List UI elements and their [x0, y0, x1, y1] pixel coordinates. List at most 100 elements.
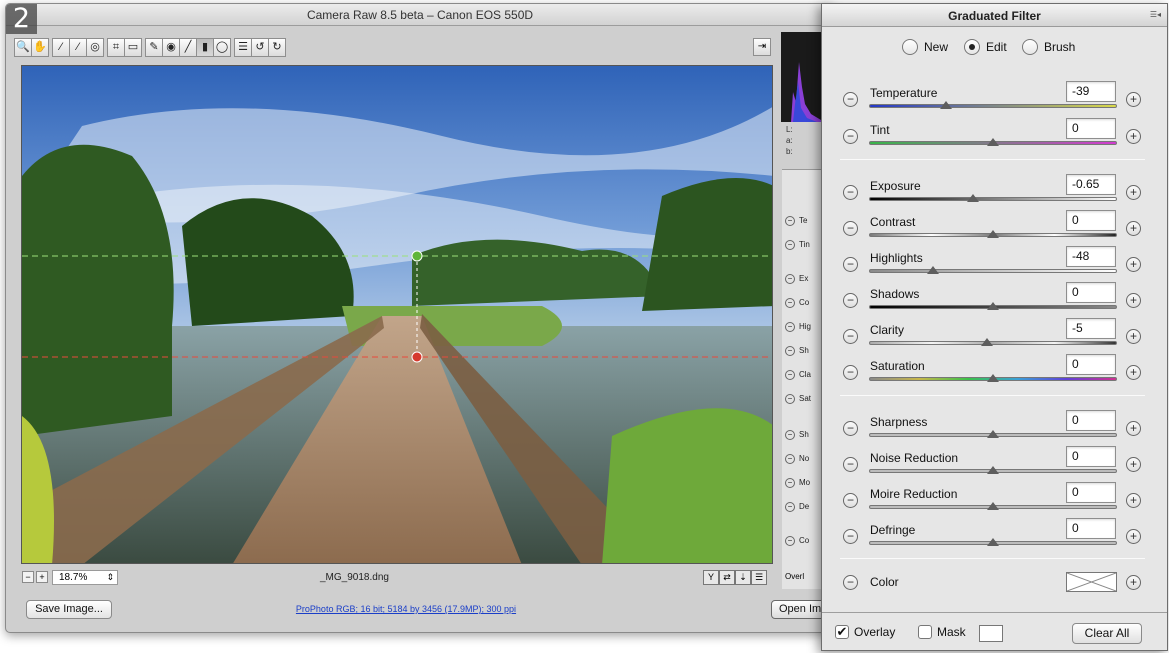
- section-divider: [840, 159, 1145, 160]
- exposure-value-field[interactable]: -0.65: [1066, 174, 1116, 195]
- color-swatch[interactable]: [1066, 572, 1117, 592]
- copy-settings-icon[interactable]: ⇣: [735, 570, 751, 585]
- saturation-minus-button[interactable]: −: [843, 365, 858, 380]
- mode-new-radio[interactable]: New: [902, 39, 948, 55]
- contrast-minus-button[interactable]: −: [843, 221, 858, 236]
- sharpness-value-field[interactable]: 0: [1066, 410, 1116, 431]
- highlights-slider-thumb[interactable]: [927, 266, 940, 274]
- overlay-checkbox[interactable]: ✔ Overlay: [835, 625, 895, 639]
- contrast-plus-button[interactable]: +: [1126, 221, 1141, 236]
- color-plus-button[interactable]: +: [1126, 575, 1141, 590]
- exposure-minus-button[interactable]: −: [843, 185, 858, 200]
- temperature-minus-button[interactable]: −: [843, 92, 858, 107]
- clarity-plus-button[interactable]: +: [1126, 329, 1141, 344]
- zoom-icon[interactable]: 🔍: [14, 38, 32, 57]
- color-sampler-icon[interactable]: ⁄: [69, 38, 87, 57]
- tint-plus-button[interactable]: +: [1126, 129, 1141, 144]
- clarity-value-field[interactable]: -5: [1066, 318, 1116, 339]
- toggle-settings-icon[interactable]: ☰: [751, 570, 767, 585]
- toggle-fullscreen-button[interactable]: ⇥: [753, 38, 771, 56]
- temperature-slider-thumb[interactable]: [939, 101, 952, 109]
- exposure-plus-button[interactable]: +: [1126, 185, 1141, 200]
- shadows-value-field[interactable]: 0: [1066, 282, 1116, 303]
- defringe-slider-thumb[interactable]: [987, 538, 999, 546]
- defringe-minus-button[interactable]: −: [843, 529, 858, 544]
- moire-reduction-plus-button[interactable]: +: [1126, 493, 1141, 508]
- filter-end-pin[interactable]: [411, 351, 423, 363]
- noise-reduction-plus-button[interactable]: +: [1126, 457, 1141, 472]
- zoom-in-button[interactable]: +: [36, 571, 48, 583]
- moire-reduction-minus-button[interactable]: −: [843, 493, 858, 508]
- contrast-value-field[interactable]: 0: [1066, 210, 1116, 231]
- highlights-value-field[interactable]: -48: [1066, 246, 1116, 267]
- defringe-value-field[interactable]: 0: [1066, 518, 1116, 539]
- graduated-filter-icon[interactable]: ▮: [196, 38, 214, 57]
- noise-reduction-slider-thumb[interactable]: [987, 466, 999, 474]
- tint-slider-thumb[interactable]: [987, 138, 999, 146]
- sharpness-slider-thumb[interactable]: [987, 430, 999, 438]
- filter-start-pin[interactable]: [411, 250, 423, 262]
- mode-brush-radio[interactable]: Brush: [1022, 39, 1075, 55]
- red-eye-icon[interactable]: ◉: [162, 38, 180, 57]
- saturation-plus-button[interactable]: +: [1126, 365, 1141, 380]
- before-after-view-icon[interactable]: Y: [703, 570, 719, 585]
- zoom-out-button[interactable]: −: [22, 571, 34, 583]
- moire-reduction-value-field[interactable]: 0: [1066, 482, 1116, 503]
- clarity-slider-track[interactable]: [869, 341, 1117, 345]
- noise-reduction-value-field[interactable]: 0: [1066, 446, 1116, 467]
- preferences-icon[interactable]: ☰: [234, 38, 252, 57]
- panel-menu-icon[interactable]: ☰◂: [1150, 10, 1161, 19]
- sharpness-plus-button[interactable]: +: [1126, 421, 1141, 436]
- behind-adjustment-row: − De: [785, 502, 809, 512]
- targeted-adjustment-icon[interactable]: ◎: [86, 38, 104, 57]
- radial-filter-icon[interactable]: ◯: [213, 38, 231, 57]
- straighten-icon[interactable]: ▭: [124, 38, 142, 57]
- clear-all-button[interactable]: Clear All: [1072, 623, 1142, 644]
- hand-icon[interactable]: ✋: [31, 38, 49, 57]
- shadows-plus-button[interactable]: +: [1126, 293, 1141, 308]
- noise-reduction-minus-button[interactable]: −: [843, 457, 858, 472]
- no-color-icon: [1066, 572, 1117, 592]
- rotate-right-icon[interactable]: ↻: [268, 38, 286, 57]
- swap-settings-icon[interactable]: ⇄: [719, 570, 735, 585]
- temperature-plus-button[interactable]: +: [1126, 92, 1141, 107]
- photo-canvas[interactable]: [22, 66, 773, 564]
- highlights-minus-button[interactable]: −: [843, 257, 858, 272]
- white-balance-icon[interactable]: ⁄: [52, 38, 70, 57]
- clarity-slider-thumb[interactable]: [980, 338, 993, 346]
- mode-selector: New Edit Brush: [822, 39, 1167, 59]
- panel-title: Graduated Filter: [948, 9, 1041, 23]
- exposure-slider-thumb[interactable]: [967, 194, 980, 202]
- mask-checkbox[interactable]: Mask: [918, 625, 966, 639]
- window-titlebar[interactable]: Camera Raw 8.5 beta – Canon EOS 550D: [6, 4, 834, 26]
- highlights-slider-track[interactable]: [869, 269, 1117, 273]
- image-preview[interactable]: [21, 65, 773, 564]
- mask-color-swatch[interactable]: [979, 625, 1003, 642]
- workflow-options-link[interactable]: ProPhoto RGB; 16 bit; 5184 by 3456 (17.9…: [6, 604, 806, 614]
- zoom-level-select[interactable]: 18.7% ⇕: [52, 570, 118, 585]
- minus-icon: −: [785, 394, 795, 404]
- panel-footer: ✔ Overlay Mask Clear All: [822, 612, 1167, 650]
- tint-value-field[interactable]: 0: [1066, 118, 1116, 139]
- sharpness-minus-button[interactable]: −: [843, 421, 858, 436]
- temperature-value-field[interactable]: -39: [1066, 81, 1116, 102]
- tint-minus-button[interactable]: −: [843, 129, 858, 144]
- adjustment-brush-icon[interactable]: ╱: [179, 38, 197, 57]
- color-minus-button[interactable]: −: [843, 575, 858, 590]
- defringe-plus-button[interactable]: +: [1126, 529, 1141, 544]
- shadows-minus-button[interactable]: −: [843, 293, 858, 308]
- temperature-slider-track[interactable]: [869, 104, 1117, 108]
- spot-removal-icon[interactable]: ✎: [145, 38, 163, 57]
- exposure-slider-track[interactable]: [869, 197, 1117, 201]
- behind-overlay-checkbox[interactable]: Overl: [785, 572, 804, 581]
- saturation-value-field[interactable]: 0: [1066, 354, 1116, 375]
- crop-icon[interactable]: ⌗: [107, 38, 125, 57]
- rotate-left-icon[interactable]: ↺: [251, 38, 269, 57]
- moire-reduction-slider-thumb[interactable]: [987, 502, 999, 510]
- shadows-slider-thumb[interactable]: [987, 302, 999, 310]
- highlights-plus-button[interactable]: +: [1126, 257, 1141, 272]
- clarity-minus-button[interactable]: −: [843, 329, 858, 344]
- saturation-slider-thumb[interactable]: [987, 374, 999, 382]
- contrast-slider-thumb[interactable]: [987, 230, 999, 238]
- mode-edit-radio[interactable]: Edit: [964, 39, 1007, 55]
